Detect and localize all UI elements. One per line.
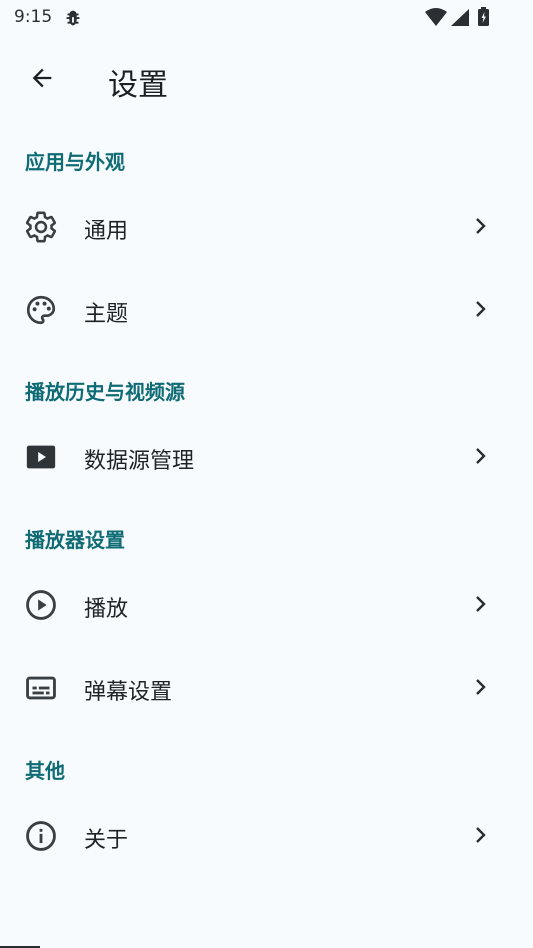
- settings-item-playback[interactable]: 播放: [0, 568, 533, 640]
- status-time: 9:15: [14, 7, 53, 27]
- section-header-other: 其他: [25, 759, 65, 783]
- cell-signal-icon: [451, 9, 469, 26]
- settings-item-data-sources[interactable]: 数据源管理: [0, 420, 533, 492]
- arrow-left-icon: [32, 68, 52, 88]
- settings-item-label: 弹幕设置: [84, 680, 173, 705]
- status-bar: 9:15: [0, 0, 533, 36]
- settings-item-label: 数据源管理: [84, 449, 195, 474]
- settings-item-about[interactable]: 关于: [0, 799, 533, 871]
- settings-item-danmaku[interactable]: 弹幕设置: [0, 651, 533, 723]
- wifi-icon: [425, 8, 447, 26]
- settings-item-label: 播放: [84, 597, 129, 622]
- debug-bug-icon: [66, 10, 80, 26]
- settings-item-theme[interactable]: 主题: [0, 273, 533, 345]
- section-header-app-appearance: 应用与外观: [25, 150, 125, 174]
- chevron-right-icon: [476, 218, 486, 234]
- chevron-right-icon: [476, 448, 486, 464]
- back-button[interactable]: [20, 56, 64, 100]
- chevron-right-icon: [476, 596, 486, 612]
- settings-item-label: 通用: [84, 219, 129, 244]
- status-icons: [425, 7, 489, 26]
- chevron-right-icon: [476, 679, 486, 695]
- settings-item-label: 主题: [84, 302, 129, 327]
- palette-icon: [26, 295, 56, 325]
- gear-icon: [25, 211, 57, 243]
- section-header-player-settings: 播放器设置: [25, 528, 125, 552]
- battery-icon: [478, 7, 489, 26]
- settings-item-label: 关于: [84, 828, 129, 853]
- page-title: 设置: [108, 68, 168, 103]
- subtitles-icon: [26, 676, 56, 700]
- app-bar: 设置: [0, 48, 533, 108]
- section-header-history-sources: 播放历史与视频源: [25, 380, 185, 404]
- chevron-right-icon: [476, 827, 486, 843]
- play-circle-icon: [26, 590, 56, 620]
- video-source-icon: [26, 445, 56, 469]
- info-icon: [26, 821, 56, 851]
- chevron-right-icon: [476, 301, 486, 317]
- settings-item-general[interactable]: 通用: [0, 190, 533, 262]
